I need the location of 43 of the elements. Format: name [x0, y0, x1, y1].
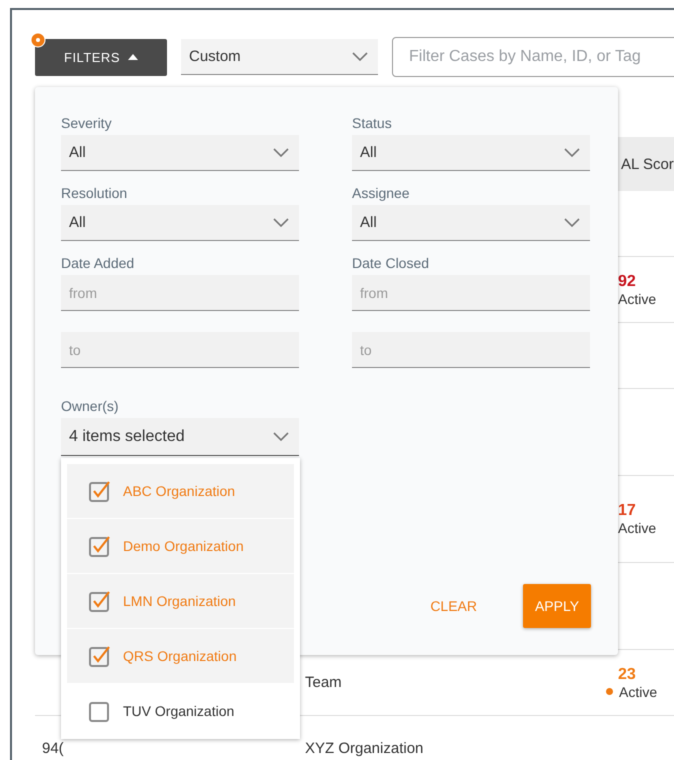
score-value: 92 — [618, 272, 637, 290]
field-label: Date Added — [61, 255, 136, 271]
checkbox[interactable] — [89, 645, 111, 667]
date-field[interactable]: from — [352, 275, 590, 311]
checkbox[interactable] — [89, 480, 111, 502]
caret-icon — [128, 54, 138, 60]
chevron-down-icon — [273, 218, 289, 228]
select-field[interactable]: All — [61, 205, 299, 241]
field-label: Owner(s) — [61, 398, 120, 414]
field-label: Resolution — [61, 185, 128, 201]
field-label: Assignee — [352, 185, 411, 201]
status-text: Active — [618, 520, 656, 536]
table-cell: Team — [305, 674, 342, 691]
select-field[interactable]: All — [61, 135, 299, 171]
search-field[interactable]: Filter Cases by Name, ID, or Tag — [392, 37, 674, 77]
field-label: Date Closed — [352, 255, 430, 271]
date-field[interactable]: to — [352, 332, 590, 368]
field-label: Severity — [61, 115, 113, 131]
column-header: AL Scor — [621, 156, 674, 172]
date-field[interactable]: from — [61, 275, 299, 311]
preset-dropdown[interactable]: Custom — [181, 39, 378, 75]
notification-badge-icon — [30, 32, 46, 48]
checkbox[interactable] — [89, 700, 111, 722]
score-value: 23 — [618, 666, 637, 684]
select-field[interactable]: 4 items selected — [61, 418, 299, 456]
score-value: 17 — [618, 502, 637, 520]
select-field[interactable]: All — [352, 135, 590, 171]
chevron-down-icon — [273, 148, 289, 158]
field-label: Status — [352, 115, 393, 131]
checkbox[interactable] — [89, 535, 111, 557]
table-cell: 94( — [42, 740, 64, 757]
date-field[interactable]: to — [61, 332, 299, 368]
select-field[interactable]: All — [352, 205, 590, 241]
option-item[interactable]: TUV Organization — [67, 684, 294, 738]
table-cell: XYZ Organization — [305, 740, 424, 757]
chevron-down-icon — [352, 52, 368, 62]
status-text: Active — [618, 290, 656, 306]
status-text: Active — [619, 684, 658, 700]
chevron-down-icon — [564, 218, 580, 228]
chevron-down-icon — [273, 432, 289, 442]
filters-button[interactable]: FILTERS — [35, 38, 167, 76]
chevron-down-icon — [564, 148, 580, 158]
checkbox[interactable] — [89, 590, 111, 612]
